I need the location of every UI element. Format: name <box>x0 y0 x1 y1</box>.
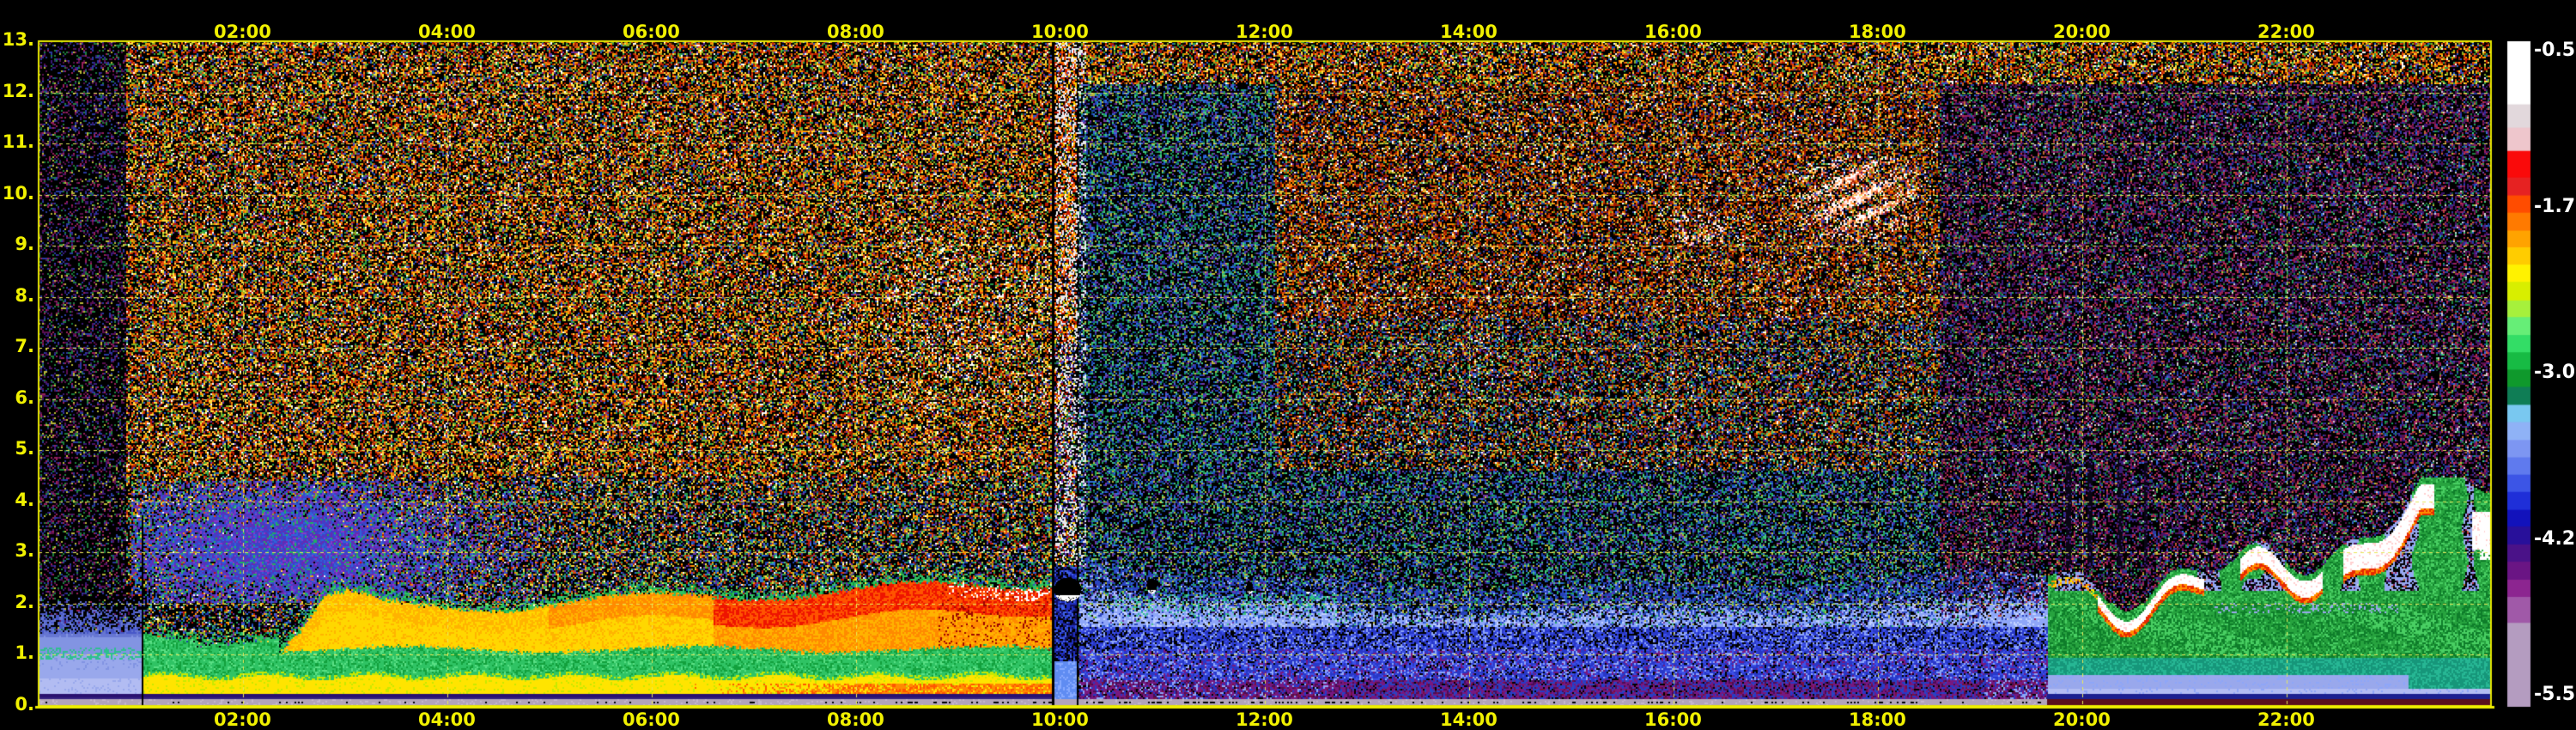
lidar-heatmap-canvas <box>0 0 2576 730</box>
x-tick-top: 08:00 <box>827 21 884 42</box>
y-tick: 3. <box>15 540 34 562</box>
x-tick-top: 04:00 <box>418 21 476 42</box>
colorbar-tick: -3.00 <box>2534 362 2576 383</box>
x-tick-top: 16:00 <box>1644 21 1702 42</box>
colorbar-tick: -0.50 <box>2534 40 2576 61</box>
colorbar-tick: -5.50 <box>2534 684 2576 705</box>
y-tick: 13. <box>2 29 34 50</box>
x-tick-bottom: 16:00 <box>1644 709 1702 730</box>
y-tick: 0. <box>15 694 34 715</box>
x-tick-bottom: 14:00 <box>1440 709 1498 730</box>
x-tick-bottom: 20:00 <box>2053 709 2111 730</box>
x-tick-bottom: 18:00 <box>1849 709 1906 730</box>
y-tick: 4. <box>15 489 34 510</box>
colorbar-tick: -1.75 <box>2534 195 2576 217</box>
x-tick-top: 06:00 <box>623 21 680 42</box>
y-tick: 5. <box>15 438 34 459</box>
x-tick-top: 18:00 <box>1849 21 1906 42</box>
colorbar-tick: -4.25 <box>2534 527 2576 550</box>
x-tick-bottom: 12:00 <box>1236 709 1293 730</box>
y-tick: 11. <box>2 131 34 153</box>
lidar-quicklook-window: Meteorological Institute of Ludwig-Maxim… <box>0 0 2576 730</box>
x-tick-bottom: 10:00 <box>1031 709 1089 730</box>
x-tick-top: 12:00 <box>1236 21 1293 42</box>
y-tick: 8. <box>15 284 34 306</box>
x-tick-top: 22:00 <box>2257 21 2315 42</box>
y-tick: 6. <box>15 386 34 408</box>
x-tick-bottom: 06:00 <box>623 709 680 730</box>
y-tick: 2. <box>15 591 34 612</box>
x-tick-top: 14:00 <box>1440 21 1498 42</box>
x-tick-bottom: 08:00 <box>827 709 884 730</box>
x-tick-bottom: 04:00 <box>418 709 476 730</box>
y-tick: 10. <box>2 182 34 204</box>
x-tick-top: 02:00 <box>214 21 271 42</box>
y-tick: 7. <box>15 336 34 357</box>
x-tick-bottom: 22:00 <box>2257 709 2315 730</box>
y-tick: 12. <box>2 80 34 101</box>
y-tick: 1. <box>15 642 34 664</box>
x-tick-top: 20:00 <box>2053 21 2111 42</box>
x-tick-bottom: 02:00 <box>214 709 271 730</box>
x-tick-top: 10:00 <box>1031 21 1089 42</box>
y-tick: 9. <box>15 234 34 255</box>
